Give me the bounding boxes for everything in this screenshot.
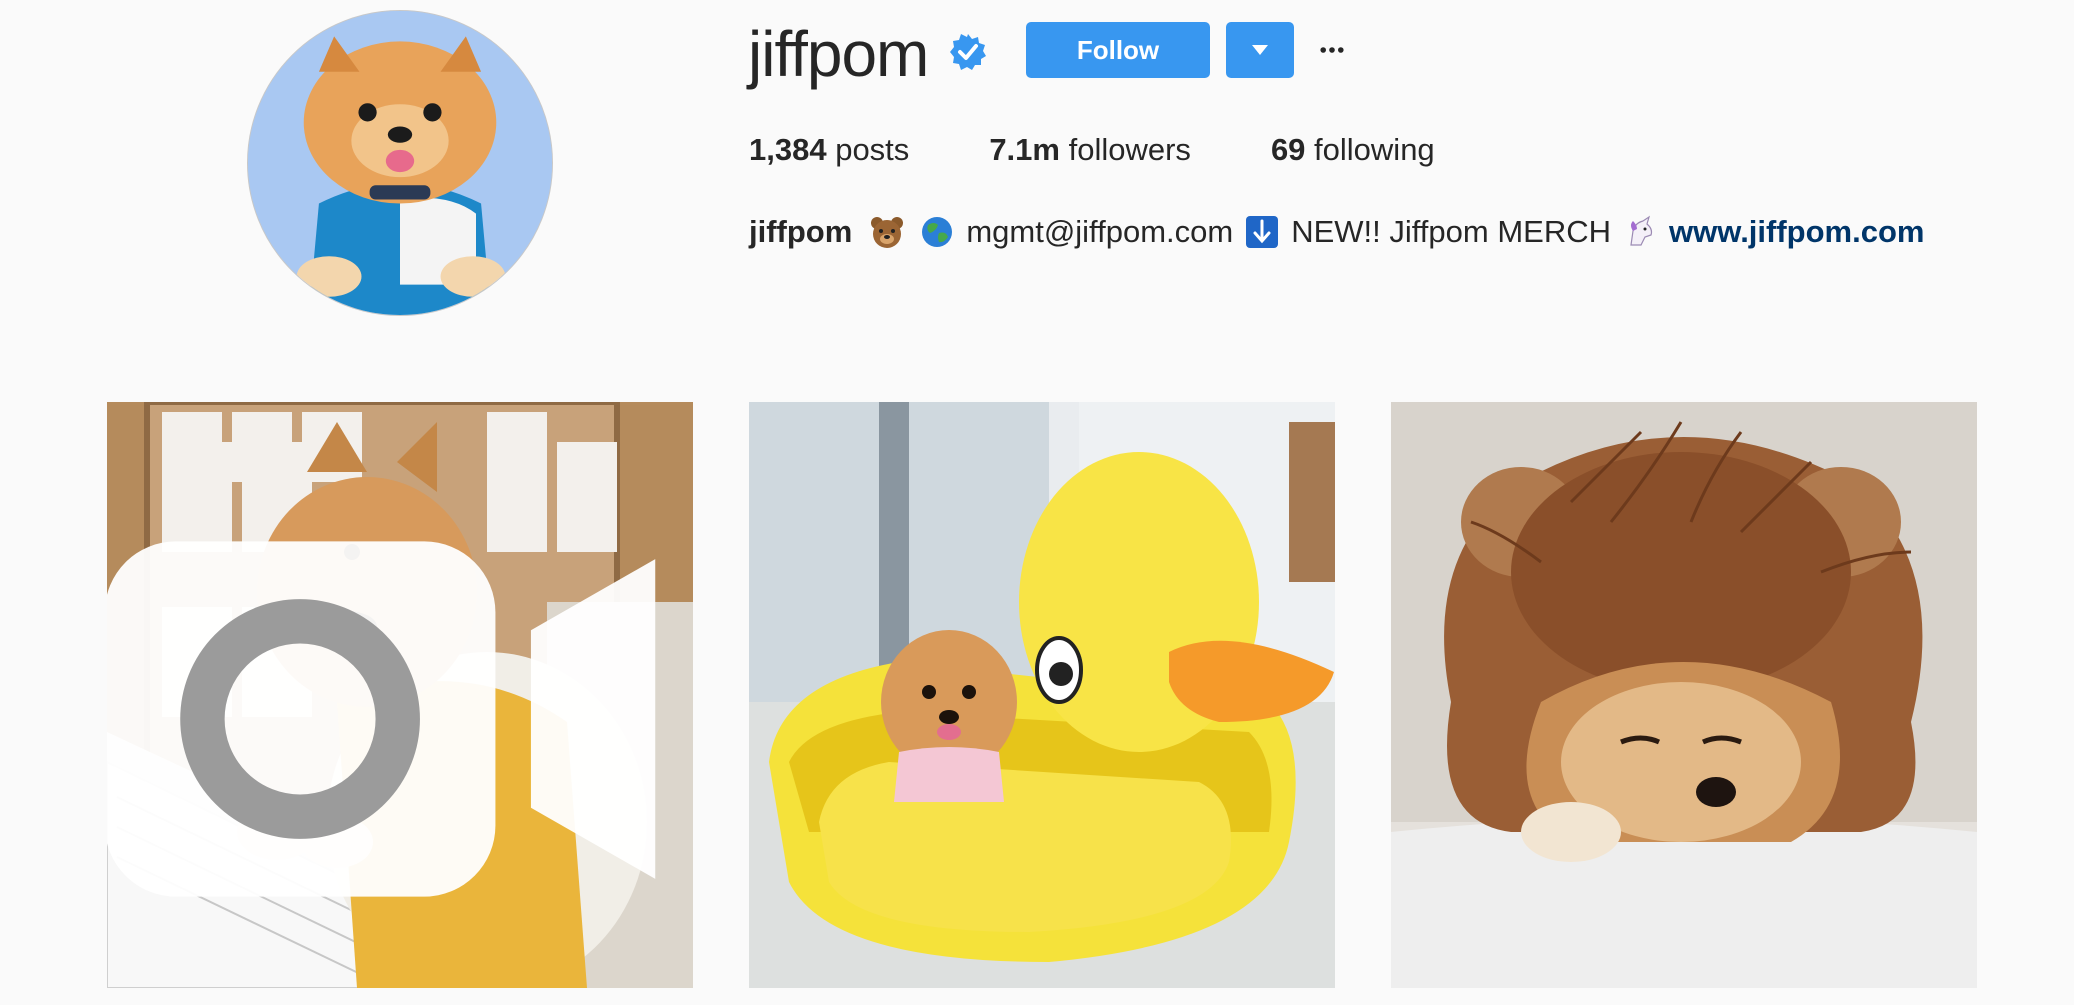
post-image — [749, 402, 1335, 988]
avatar-image — [248, 11, 552, 315]
followers-label: followers — [1068, 132, 1191, 167]
followers-stat[interactable]: 7.1m followers — [989, 128, 1191, 172]
globe-emoji-icon — [922, 217, 953, 247]
post-image — [1391, 402, 1977, 988]
posts-stat: 1,384 posts — [749, 128, 909, 172]
profile-bio: jiffpom mgmt@jiffpom.com NEW!! Jiffpom M… — [749, 210, 1924, 254]
profile-avatar[interactable] — [247, 10, 553, 316]
caret-down-icon — [1252, 45, 1268, 55]
down-arrow-emoji-icon — [1246, 216, 1279, 248]
following-count: 69 — [1270, 132, 1306, 167]
post-thumbnail[interactable] — [107, 402, 693, 988]
bio-website-link[interactable]: www.jiffpom.com — [1669, 210, 1924, 254]
bio-name: jiffpom — [749, 214, 853, 249]
bear-emoji-icon — [871, 217, 904, 248]
unicorn-emoji-icon — [1630, 215, 1653, 246]
bio-email: mgmt@jiffpom.com — [966, 214, 1234, 249]
followers-count: 7.1m — [989, 132, 1060, 167]
post-thumbnail[interactable] — [749, 402, 1335, 988]
follow-button[interactable]: Follow — [1026, 22, 1210, 78]
profile-stats: 1,384 posts 7.1m followers 69 following — [749, 128, 1515, 172]
follow-dropdown-button[interactable] — [1226, 22, 1294, 78]
posts-label: posts — [835, 132, 910, 167]
video-icon — [107, 541, 656, 897]
bio-merch-text: NEW!! Jiffpom MERCH — [1291, 214, 1611, 249]
profile-username: jiffpom — [748, 18, 929, 90]
posts-count: 1,384 — [749, 132, 827, 167]
verified-badge-icon — [950, 34, 986, 70]
following-stat[interactable]: 69 following — [1271, 128, 1435, 172]
post-thumbnail[interactable] — [1391, 402, 1977, 988]
following-label: following — [1314, 132, 1435, 167]
more-options-icon — [1320, 47, 1344, 53]
more-options-button[interactable] — [1314, 22, 1350, 78]
